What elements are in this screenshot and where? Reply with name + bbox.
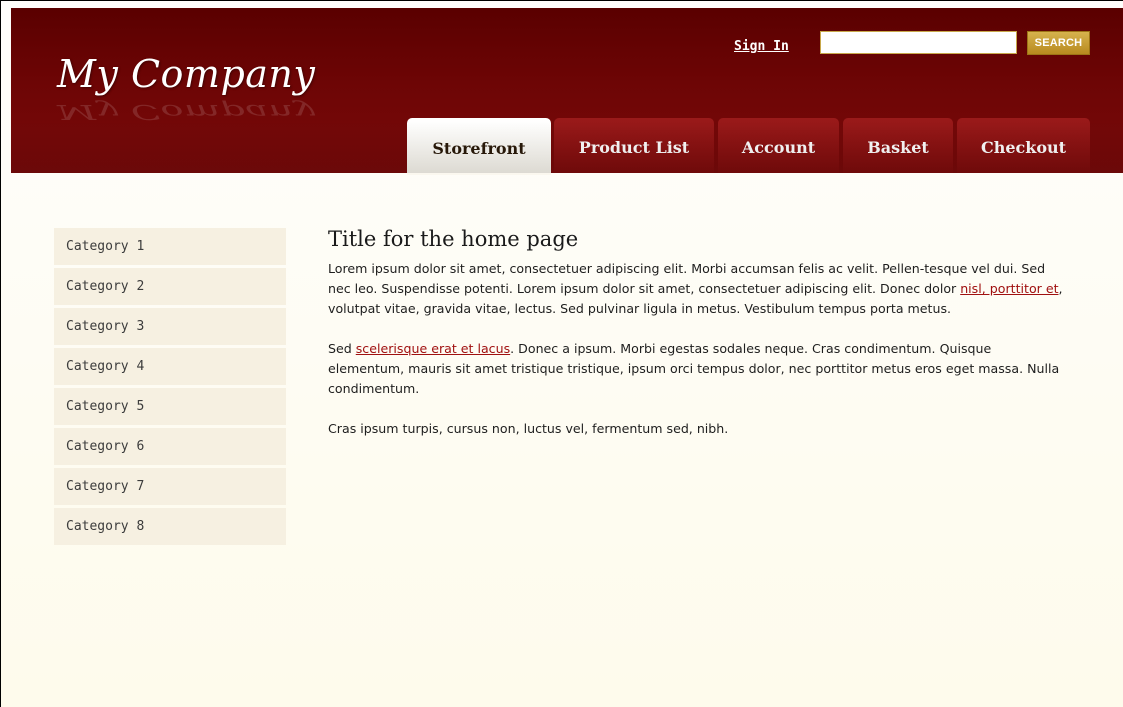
sign-in-link[interactable]: Sign In xyxy=(734,39,789,54)
sidebar-item-category-7[interactable]: Category 7 xyxy=(54,468,286,505)
page-frame: My Company My Company Sign In SEARCH Sto… xyxy=(0,0,1123,707)
paragraph-2-link[interactable]: scelerisque erat et lacus xyxy=(356,341,510,356)
paragraph-2-text-start: Sed xyxy=(328,341,356,356)
main-content: Title for the home page Lorem ipsum dolo… xyxy=(328,227,1068,459)
tab-basket[interactable]: Basket xyxy=(843,118,953,173)
paragraph-2: Sed scelerisque erat et lacus. Donec a i… xyxy=(328,339,1068,399)
category-sidebar: Category 1 Category 2 Category 3 Categor… xyxy=(54,228,286,548)
sidebar-item-category-5[interactable]: Category 5 xyxy=(54,388,286,425)
paragraph-1-link[interactable]: nisl, porttitor et xyxy=(960,281,1058,296)
sidebar-item-category-6[interactable]: Category 6 xyxy=(54,428,286,465)
company-logo[interactable]: My Company xyxy=(57,52,315,96)
sidebar-item-category-2[interactable]: Category 2 xyxy=(54,268,286,305)
tab-product-list[interactable]: Product List xyxy=(554,118,714,173)
tab-account[interactable]: Account xyxy=(718,118,839,173)
sidebar-item-category-1[interactable]: Category 1 xyxy=(54,228,286,265)
company-logo-reflection: My Company xyxy=(57,99,316,124)
paragraph-3: Cras ipsum turpis, cursus non, luctus ve… xyxy=(328,421,729,436)
paragraph-1: Lorem ipsum dolor sit amet, consectetuer… xyxy=(328,259,1068,319)
tab-checkout[interactable]: Checkout xyxy=(957,118,1090,173)
sidebar-item-category-8[interactable]: Category 8 xyxy=(54,508,286,545)
sidebar-item-category-3[interactable]: Category 3 xyxy=(54,308,286,345)
tab-storefront[interactable]: Storefront xyxy=(407,118,551,175)
search-input[interactable] xyxy=(820,31,1017,54)
site-header: My Company My Company Sign In SEARCH Sto… xyxy=(11,8,1123,175)
paragraph-1-text-start: Lorem ipsum dolor sit amet, consectetuer… xyxy=(328,261,1046,296)
page-title: Title for the home page xyxy=(328,227,579,251)
sidebar-item-category-4[interactable]: Category 4 xyxy=(54,348,286,385)
search-button[interactable]: SEARCH xyxy=(1027,31,1090,55)
